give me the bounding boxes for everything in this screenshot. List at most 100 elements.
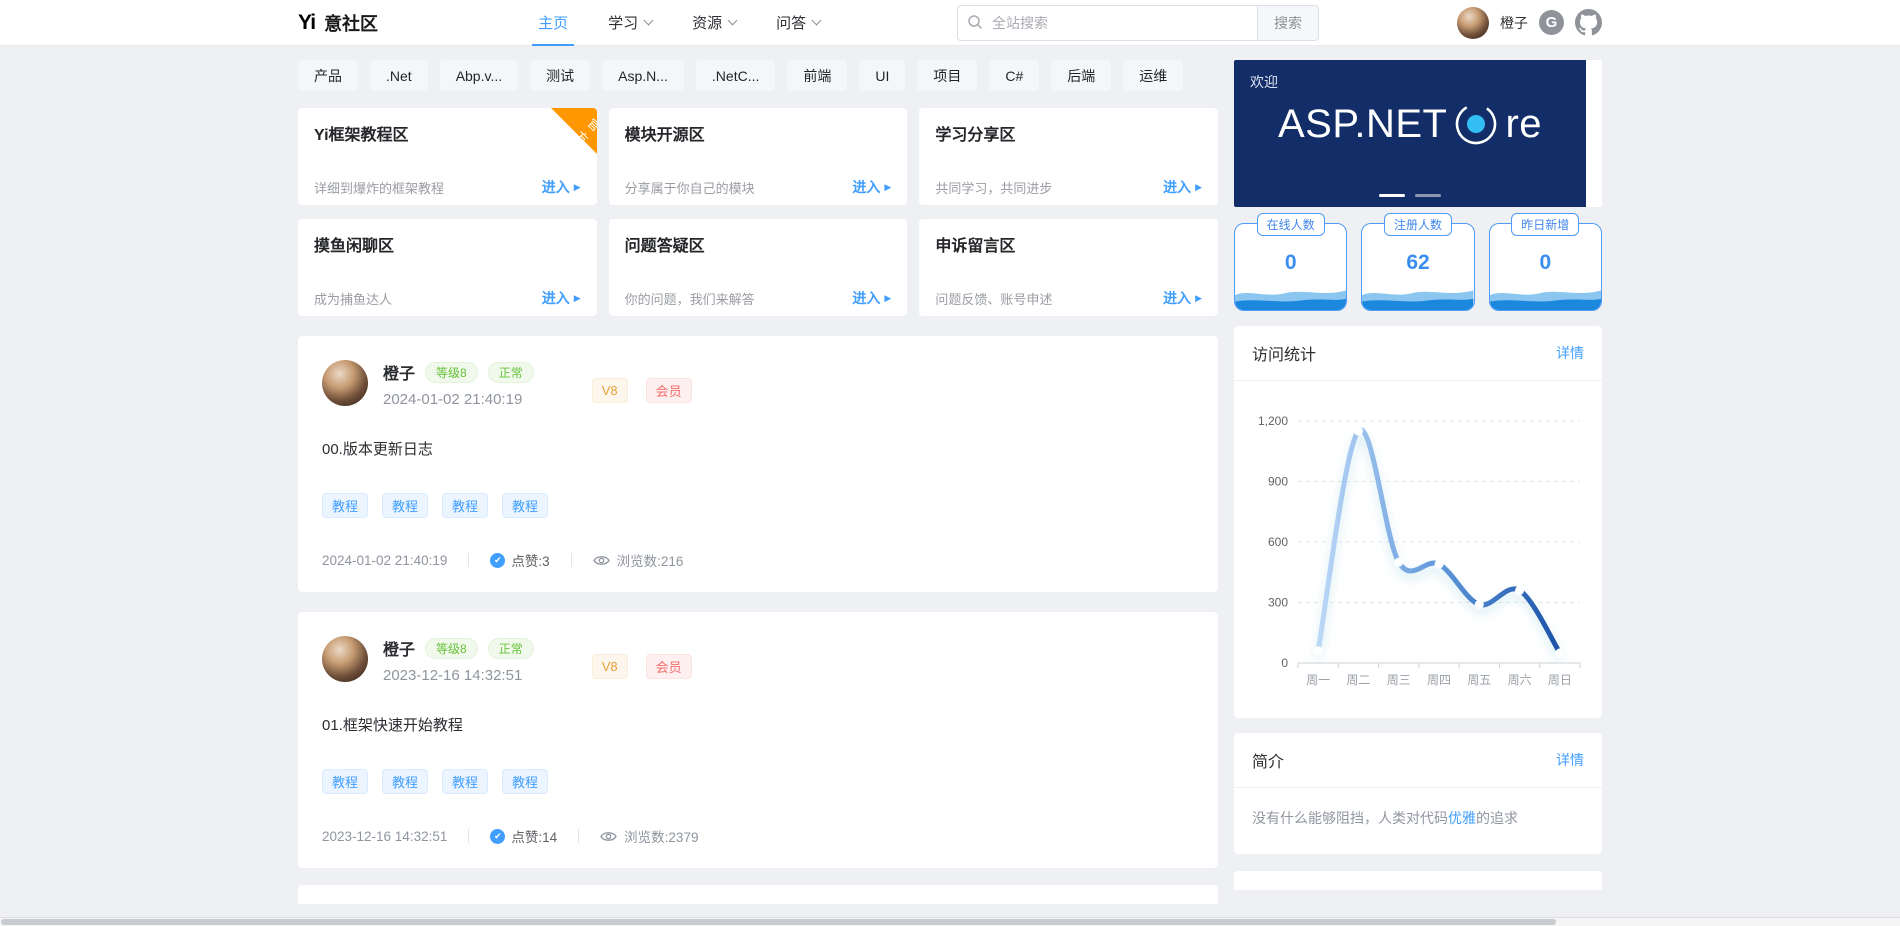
topic-tag[interactable]: C# (989, 60, 1039, 91)
site-search: 搜索 (957, 5, 1319, 41)
svg-text:900: 900 (1268, 475, 1288, 489)
svg-text:0: 0 (1281, 656, 1288, 670)
carousel-indicators (1234, 194, 1586, 197)
post-author-name[interactable]: 橙子 (383, 360, 415, 384)
core-re-text: re (1505, 102, 1542, 147)
core-c-ring-icon (1452, 100, 1500, 148)
forum-card-learning[interactable]: 学习分享区 共同学习，共同进步 进入▶ (919, 108, 1218, 205)
post-tag[interactable]: 教程 (322, 493, 368, 518)
nav-item-qa[interactable]: 问答 (764, 0, 832, 45)
topic-tag[interactable]: UI (859, 60, 905, 91)
carousel-slide-aspnetcore[interactable]: 欢迎 ASP.NET re (1234, 60, 1586, 207)
main-nav: 主页 学习 资源 问答 (526, 0, 832, 45)
brand[interactable]: Yi 意社区 (298, 10, 378, 36)
intro-text: 没有什么能够阻挡，人类对代码优雅的追求 (1234, 788, 1602, 854)
next-post-card-partial (298, 885, 1218, 904)
horizontal-scrollbar[interactable] (0, 917, 1900, 926)
topic-tag[interactable]: .NetC... (696, 60, 775, 91)
nav-label: 主页 (538, 12, 568, 33)
topic-tag[interactable]: Abp.v... (440, 60, 518, 91)
topic-tag[interactable]: 运维 (1123, 60, 1183, 91)
nav-item-home[interactable]: 主页 (526, 0, 580, 45)
forum-desc: 问题反馈、账号申述 (935, 289, 1052, 308)
post-author-avatar[interactable] (322, 360, 368, 406)
carousel-dot-active[interactable] (1379, 194, 1405, 197)
nav-item-learn[interactable]: 学习 (596, 0, 664, 45)
topic-tag[interactable]: 产品 (298, 60, 358, 91)
aspnet-text: ASP.NET (1278, 102, 1448, 147)
forum-card-tutorial[interactable]: 官方 Yi框架教程区 详细到爆炸的框架教程 进入▶ (298, 108, 597, 205)
aspnet-core-logo: ASP.NET re (1250, 100, 1570, 148)
nav-label: 资源 (692, 12, 722, 33)
github-icon[interactable] (1575, 9, 1602, 36)
search-input[interactable] (957, 5, 1257, 41)
wave-decoration (1362, 282, 1473, 310)
post-tag[interactable]: 教程 (442, 769, 488, 794)
likes-stat[interactable]: ✔ 点赞:14 (490, 826, 557, 846)
enter-link[interactable]: 进入▶ (852, 177, 891, 197)
post-title[interactable]: 00.版本更新日志 (322, 438, 1194, 459)
topic-tag[interactable]: Asp.N... (602, 60, 684, 91)
level-badge: 等级8 (425, 638, 478, 659)
post-tag[interactable]: 教程 (502, 493, 548, 518)
search-button[interactable]: 搜索 (1257, 5, 1319, 41)
intro-text-link[interactable]: 优雅 (1448, 810, 1476, 826)
topic-tag[interactable]: 后端 (1051, 60, 1111, 91)
post-author-avatar[interactable] (322, 636, 368, 682)
topic-tag[interactable]: 前端 (787, 60, 847, 91)
svg-text:周一: 周一 (1306, 673, 1330, 687)
stat-card-new-yesterday: 昨日新增 0 (1489, 223, 1602, 311)
post-tag[interactable]: 教程 (442, 493, 488, 518)
post-tag[interactable]: 教程 (382, 769, 428, 794)
views-label: 浏览数: (617, 554, 661, 569)
enter-label: 进入 (542, 288, 570, 308)
forum-desc: 详细到爆炸的框架教程 (314, 178, 444, 197)
topic-tag[interactable]: 项目 (917, 60, 977, 91)
forum-card-appeal[interactable]: 申诉留言区 问题反馈、账号申述 进入▶ (919, 219, 1218, 316)
post-tag[interactable]: 教程 (322, 769, 368, 794)
user-avatar[interactable] (1457, 7, 1489, 39)
wave-decoration (1235, 282, 1346, 310)
search-icon (967, 14, 983, 30)
nav-item-resources[interactable]: 资源 (680, 0, 748, 45)
post-footer: 2023-12-16 14:32:51 ✔ 点赞:14 浏览数:2379 (322, 826, 1194, 846)
gitee-icon[interactable]: G (1539, 10, 1564, 35)
post-footer: 2024-01-02 21:40:19 ✔ 点赞:3 浏览数:216 (322, 550, 1194, 570)
post-tag[interactable]: 教程 (502, 769, 548, 794)
post-title[interactable]: 01.框架快速开始教程 (322, 714, 1194, 735)
member-badge: 会员 (646, 378, 692, 403)
enter-link[interactable]: 进入▶ (1163, 177, 1202, 197)
enter-link[interactable]: 进入▶ (542, 288, 581, 308)
forum-card-modules[interactable]: 模块开源区 分享属于你自己的模块 进入▶ (609, 108, 908, 205)
post-datetime: 2023-12-16 14:32:51 (383, 667, 534, 684)
visit-stats-detail-link[interactable]: 详情 (1556, 343, 1584, 363)
topic-tag[interactable]: 测试 (530, 60, 590, 91)
enter-link[interactable]: 进入▶ (852, 288, 891, 308)
forum-card-qa[interactable]: 问题答疑区 你的问题，我们来解答 进入▶ (609, 219, 908, 316)
yi-logo-icon: Yi (298, 11, 315, 35)
stat-value: 0 (1490, 251, 1601, 275)
post-card[interactable]: 橙子 等级8 正常 2024-01-02 21:40:19 V8 会员 00.版… (298, 336, 1218, 592)
scrollbar-thumb[interactable] (1, 919, 1556, 925)
stat-card-registered: 注册人数 62 (1361, 223, 1474, 311)
enter-link[interactable]: 进入▶ (542, 177, 581, 197)
topic-tag[interactable]: .Net (370, 60, 428, 91)
carousel-dot[interactable] (1415, 194, 1441, 197)
post-author-name[interactable]: 橙子 (383, 636, 415, 660)
arrow-right-icon: ▶ (884, 182, 891, 193)
svg-text:周日: 周日 (1548, 673, 1572, 687)
enter-link[interactable]: 进入▶ (1163, 288, 1202, 308)
post-tag[interactable]: 教程 (382, 493, 428, 518)
chevron-down-icon (812, 16, 822, 26)
vip-badge: V8 (592, 654, 628, 679)
post-tags: 教程 教程 教程 教程 (322, 493, 1194, 518)
likes-label: 点赞: (511, 554, 542, 569)
eye-icon (593, 554, 610, 567)
forum-card-chat[interactable]: 摸鱼闲聊区 成为捕鱼达人 进入▶ (298, 219, 597, 316)
post-card[interactable]: 橙子 等级8 正常 2023-12-16 14:32:51 V8 会员 01.框… (298, 612, 1218, 868)
likes-stat[interactable]: ✔ 点赞:3 (490, 550, 549, 570)
divider (571, 553, 572, 567)
intro-detail-link[interactable]: 详情 (1556, 750, 1584, 770)
stat-card-online: 在线人数 0 (1234, 223, 1347, 311)
official-ribbon-label: 官方 (571, 115, 596, 148)
